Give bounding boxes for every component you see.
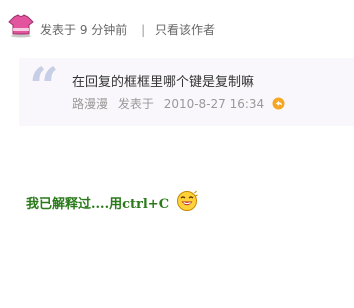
reply-text: 我已解释过....用ctrl+C bbox=[26, 197, 170, 212]
quote-author[interactable]: 路漫漫 bbox=[72, 97, 108, 111]
post-header: 发表于 9 分钟前 | 只看该作者 bbox=[0, 0, 354, 50]
post-time: 9 分钟前 bbox=[79, 23, 128, 37]
quote-datetime: 2010-8-27 16:34 bbox=[163, 97, 265, 111]
quote-mark-icon: “ bbox=[29, 57, 59, 118]
reply-content: 我已解释过....用ctrl+C bbox=[26, 190, 198, 215]
laughing-face-icon bbox=[176, 190, 198, 211]
quoted-text: 在回复的框框里哪个键是复制嘛 bbox=[72, 75, 255, 90]
quote-meta: 路漫漫 发表于 2010-8-27 16:34 bbox=[72, 95, 285, 113]
user-icon[interactable] bbox=[8, 14, 34, 38]
post-meta: 发表于 9 分钟前 | 只看该作者 bbox=[40, 22, 215, 38]
quote-box: “ 在回复的框框里哪个键是复制嘛 路漫漫 发表于 2010-8-27 16:34 bbox=[19, 58, 354, 126]
meta-separator: | bbox=[141, 23, 146, 37]
quote-posted-label: 发表于 bbox=[117, 97, 154, 111]
only-author-link[interactable]: 只看该作者 bbox=[155, 23, 215, 37]
back-to-post-icon[interactable] bbox=[272, 97, 285, 110]
posted-label: 发表于 bbox=[40, 23, 77, 37]
